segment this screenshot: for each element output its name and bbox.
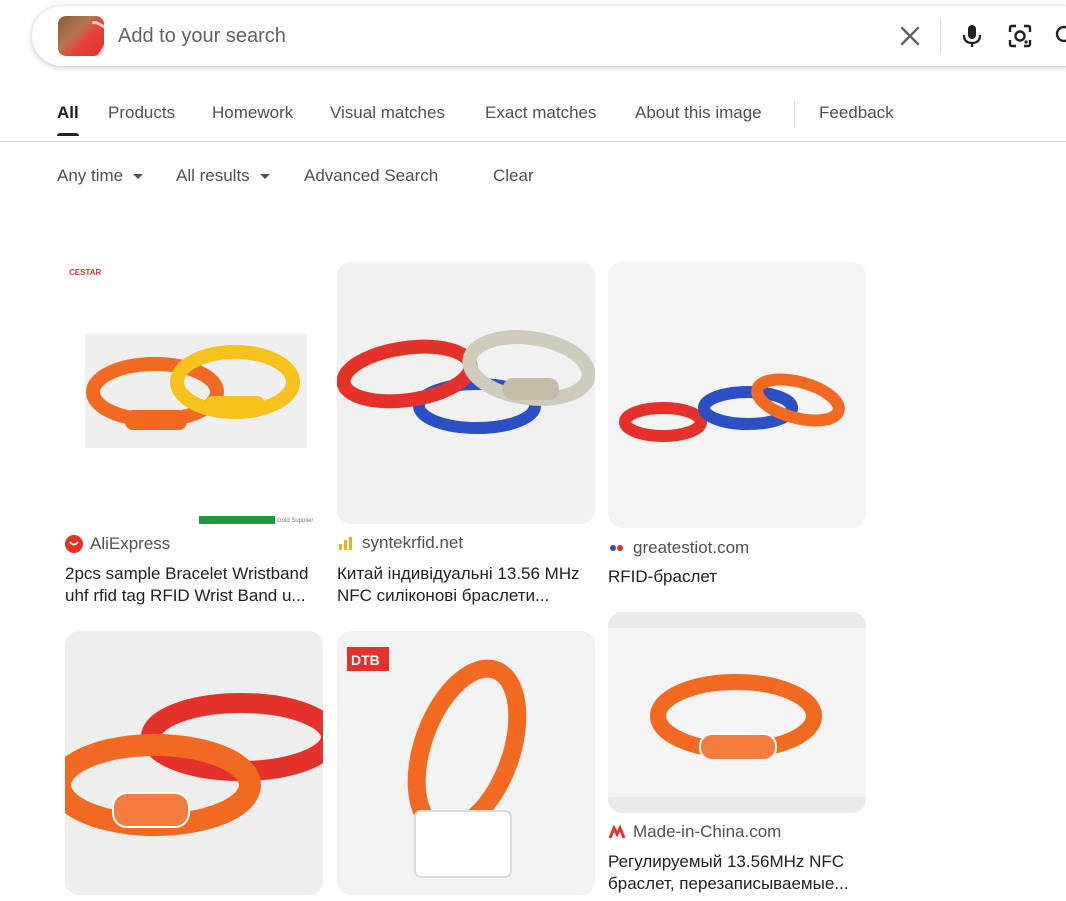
result-title[interactable]: Регулируемый 13.56MHz NFC браслет, перез… <box>608 851 870 895</box>
tab-all[interactable]: All <box>57 103 79 136</box>
camera-lens-icon[interactable] <box>1004 20 1036 52</box>
search-input[interactable] <box>118 22 618 50</box>
result-title-line: браслет, перезаписываемые... <box>608 874 849 893</box>
result-title[interactable]: RFID-браслет <box>608 566 870 588</box>
tab-exact-matches[interactable]: Exact matches <box>485 103 597 123</box>
tab-about-this-image[interactable]: About this image <box>635 103 762 123</box>
results-filter-label: All results <box>176 166 250 185</box>
search-bar <box>32 6 1066 66</box>
result-card[interactable]: DTB <box>337 631 595 895</box>
greatestiot-icon <box>608 539 626 557</box>
result-card[interactable]: greatestiot.com RFID-браслет <box>608 262 866 592</box>
tab-products[interactable]: Products <box>108 103 175 123</box>
tab-homework[interactable]: Homework <box>212 103 293 123</box>
result-card[interactable]: Made-in-China.com Регулируемый 13.56MHz … <box>608 612 866 897</box>
result-title-line: NFC силіконові браслети... <box>337 586 550 605</box>
result-image[interactable]: DTB <box>337 631 595 895</box>
search-icon[interactable] <box>1050 20 1066 52</box>
result-image[interactable] <box>337 262 595 524</box>
result-card[interactable]: syntekrfid.net Китай індивідуальні 13.56… <box>337 262 595 607</box>
close-icon[interactable] <box>894 20 926 52</box>
result-source[interactable]: greatestiot.com <box>608 538 749 558</box>
image-brand-text: CESTAR <box>69 268 102 277</box>
image-badge-text: Gold Supplier <box>277 518 313 524</box>
filter-bar: Any time All results Advanced Search Cle… <box>0 164 1066 192</box>
result-source[interactable]: Made-in-China.com <box>608 822 781 842</box>
result-source-label: AliExpress <box>90 534 171 553</box>
result-source[interactable]: AliExpress <box>65 534 170 554</box>
syntek-icon <box>337 534 355 552</box>
clear-filters-button[interactable]: Clear <box>493 166 534 186</box>
time-filter-dropdown[interactable]: Any time <box>57 166 144 186</box>
result-card[interactable]: CESTAR Gold Supplier AliExpress 2pcs sam… <box>65 262 323 607</box>
results-filter-dropdown[interactable]: All results <box>176 166 270 186</box>
microphone-icon[interactable] <box>956 20 988 52</box>
result-image[interactable] <box>65 631 323 895</box>
result-image[interactable] <box>608 262 866 528</box>
made-in-china-icon <box>608 823 626 841</box>
result-source-label: greatestiot.com <box>633 538 750 557</box>
time-filter-label: Any time <box>57 166 124 185</box>
result-title-line: uhf rfid tag RFID Wrist Band u... <box>65 586 306 605</box>
result-title-line: 2pcs sample Bracelet Wristband <box>65 564 309 583</box>
result-title-line: Регулируемый 13.56MHz NFC <box>608 852 845 871</box>
result-source-label: Made-in-China.com <box>633 822 782 841</box>
tab-bar: All Products Homework Visual matches Exa… <box>0 92 1066 142</box>
result-title[interactable]: 2pcs sample Bracelet Wristband uhf rfid … <box>65 563 327 607</box>
result-title-line: RFID-браслет <box>608 567 718 586</box>
image-brand-text: DTB <box>351 652 380 668</box>
tab-visual-matches[interactable]: Visual matches <box>330 103 445 123</box>
query-image-thumbnail[interactable] <box>58 16 104 56</box>
result-source-label: syntekrfid.net <box>362 533 464 552</box>
result-image[interactable] <box>608 612 866 813</box>
tab-divider <box>794 101 795 127</box>
search-bar-divider <box>940 18 941 54</box>
chevron-down-icon <box>133 173 144 179</box>
result-image[interactable]: CESTAR Gold Supplier <box>65 262 323 524</box>
advanced-search-link[interactable]: Advanced Search <box>304 166 438 186</box>
result-card[interactable] <box>65 631 323 895</box>
result-title[interactable]: Китай індивідуальні 13.56 MHz NFC силіко… <box>337 563 599 607</box>
chevron-down-icon <box>259 173 270 179</box>
tab-feedback[interactable]: Feedback <box>819 103 894 123</box>
result-source[interactable]: syntekrfid.net <box>337 533 463 553</box>
aliexpress-icon <box>65 535 83 553</box>
result-title-line: Китай індивідуальні 13.56 MHz <box>337 564 580 583</box>
